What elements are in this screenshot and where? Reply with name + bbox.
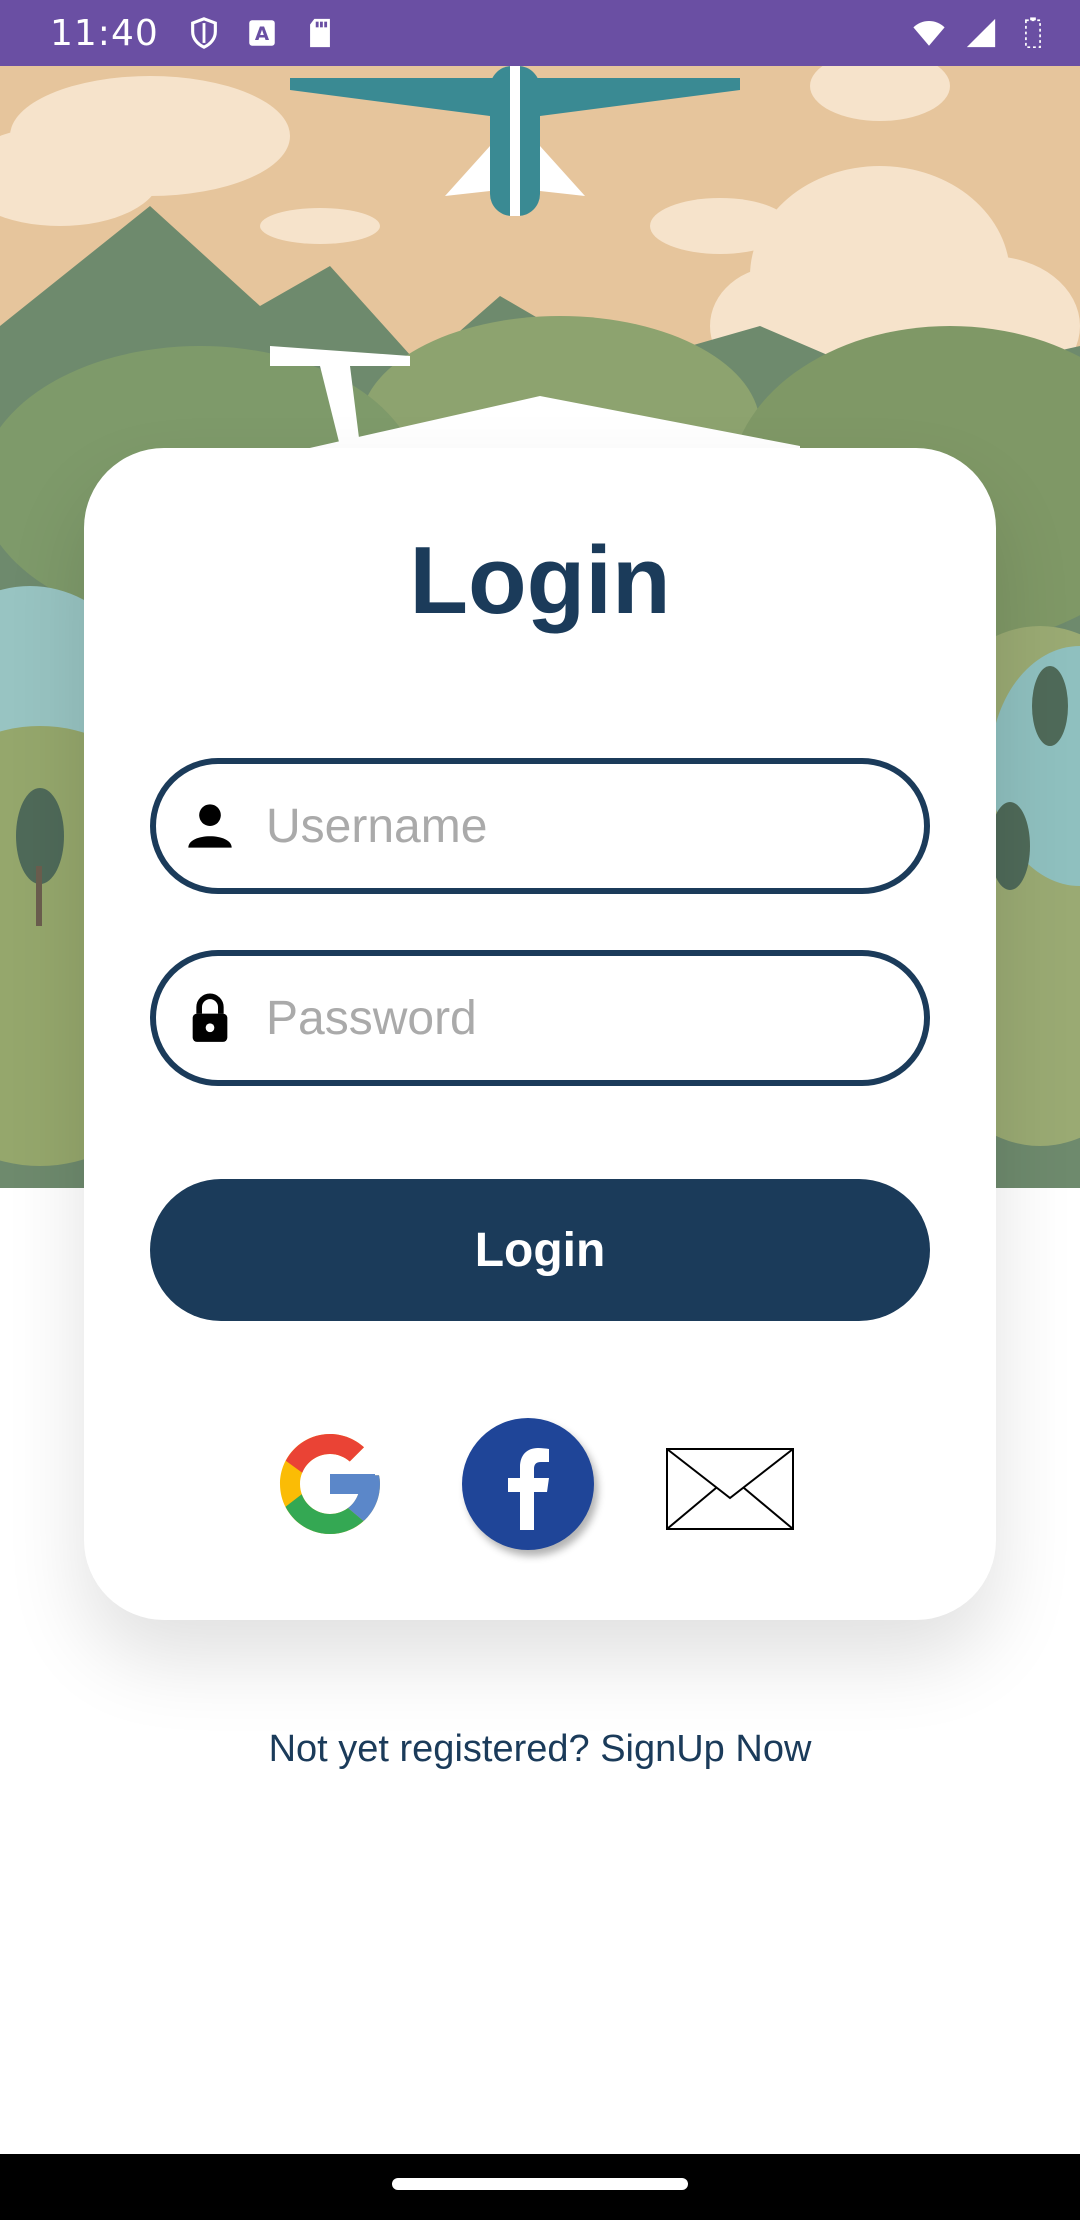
- wifi-icon: [913, 20, 945, 46]
- social-login-row: [84, 1418, 996, 1558]
- mail-icon[interactable]: [666, 1448, 794, 1530]
- battery-icon: [1025, 17, 1041, 49]
- signup-link[interactable]: Not yet registered? SignUp Now: [0, 1728, 1080, 1771]
- page-title: Login: [409, 527, 671, 634]
- username-input[interactable]: [264, 797, 924, 855]
- status-time: 11:40: [50, 12, 159, 54]
- status-icons-right: [912, 16, 1050, 50]
- google-icon[interactable]: [270, 1424, 390, 1544]
- status-bar: 11:40 A: [0, 0, 1080, 66]
- home-gesture-handle[interactable]: [392, 2178, 688, 2190]
- password-field[interactable]: [150, 950, 930, 1086]
- person-icon: [188, 804, 232, 848]
- status-icons-left: A: [187, 16, 337, 50]
- username-field[interactable]: [150, 758, 930, 894]
- login-button[interactable]: Login: [150, 1179, 930, 1321]
- sd-card-icon: [309, 18, 330, 48]
- facebook-icon[interactable]: [462, 1418, 594, 1550]
- login-card: Login Login: [84, 448, 996, 1620]
- text-a-icon: A: [249, 20, 275, 46]
- lock-icon: [192, 993, 228, 1042]
- shield-icon: [190, 17, 217, 49]
- cell-signal-icon: [966, 18, 996, 48]
- password-input[interactable]: [264, 989, 924, 1047]
- navigation-bar: [0, 2154, 1080, 2220]
- svg-text:A: A: [255, 24, 270, 45]
